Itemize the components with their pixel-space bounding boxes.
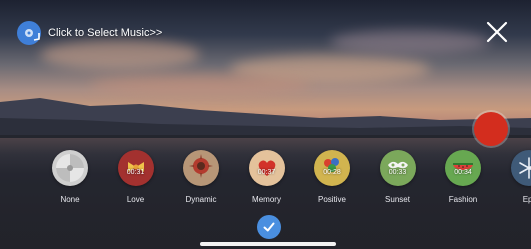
cloud bbox=[330, 30, 490, 54]
filter-item-fashion[interactable]: 00:34 Fashion bbox=[431, 150, 495, 204]
filter-thumbnail bbox=[183, 150, 219, 186]
filter-item-positive[interactable]: 00:28 Positive bbox=[300, 150, 364, 204]
filter-thumbnail: 00:33 bbox=[379, 150, 416, 186]
filter-name: Love bbox=[126, 195, 145, 204]
sunburst-icon bbox=[189, 154, 213, 178]
balloons-icon bbox=[324, 158, 339, 172]
mountain-silhouette bbox=[0, 98, 531, 138]
filter-item-dynamic[interactable]: Dynamic bbox=[169, 150, 233, 204]
filter-thumbnail: 00:34 bbox=[445, 150, 481, 186]
filter-name: Memory bbox=[252, 195, 281, 204]
filter-item-memory[interactable]: 00:37 Memory bbox=[235, 150, 299, 204]
filter-item-none[interactable]: None bbox=[38, 150, 102, 204]
filter-name: Sunset bbox=[385, 195, 410, 204]
filter-item-epi[interactable]: Epi bbox=[497, 150, 531, 204]
filter-name: Epi bbox=[522, 195, 531, 204]
filter-duration: 00:37 bbox=[257, 169, 276, 176]
home-indicator bbox=[200, 242, 336, 246]
disc-icon bbox=[56, 154, 84, 182]
filter-duration: 00:31 bbox=[126, 169, 145, 176]
confirm-button[interactable] bbox=[257, 215, 281, 239]
filter-name: None bbox=[60, 195, 80, 204]
filter-thumbnail: 00:37 bbox=[248, 150, 285, 186]
filter-duration: 00:33 bbox=[388, 169, 407, 176]
watermelon-icon bbox=[453, 163, 473, 170]
filter-name: Dynamic bbox=[185, 195, 217, 204]
heart-icon bbox=[258, 160, 275, 176]
close-icon[interactable] bbox=[484, 19, 510, 45]
filter-item-sunset[interactable]: 00:33 Sunset bbox=[366, 150, 430, 204]
filter-name: Fashion bbox=[448, 195, 478, 204]
snowflake-icon bbox=[518, 157, 531, 179]
filter-thumbnail bbox=[52, 150, 88, 186]
filter-duration: 00:28 bbox=[323, 169, 341, 176]
filter-item-love[interactable]: 00:31 Love bbox=[104, 150, 168, 204]
select-music-button[interactable]: Click to Select Music>> bbox=[16, 20, 162, 46]
record-button[interactable] bbox=[474, 112, 508, 146]
filter-duration: 00:34 bbox=[454, 169, 472, 176]
filter-carousel: None 00:31 Love Dynamic 00:37 Memory 00:28 Posi… bbox=[0, 150, 531, 208]
filter-thumbnail: 00:31 bbox=[117, 150, 154, 186]
select-music-label: Click to Select Music>> bbox=[48, 27, 163, 39]
filter-thumbnail bbox=[510, 150, 531, 186]
filter-name: Positive bbox=[317, 195, 346, 204]
bow-icon bbox=[127, 162, 144, 172]
music-disc-icon bbox=[17, 21, 41, 45]
checkmark-icon bbox=[263, 222, 275, 232]
mask-icon bbox=[387, 161, 408, 169]
filter-thumbnail: 00:28 bbox=[314, 150, 350, 186]
